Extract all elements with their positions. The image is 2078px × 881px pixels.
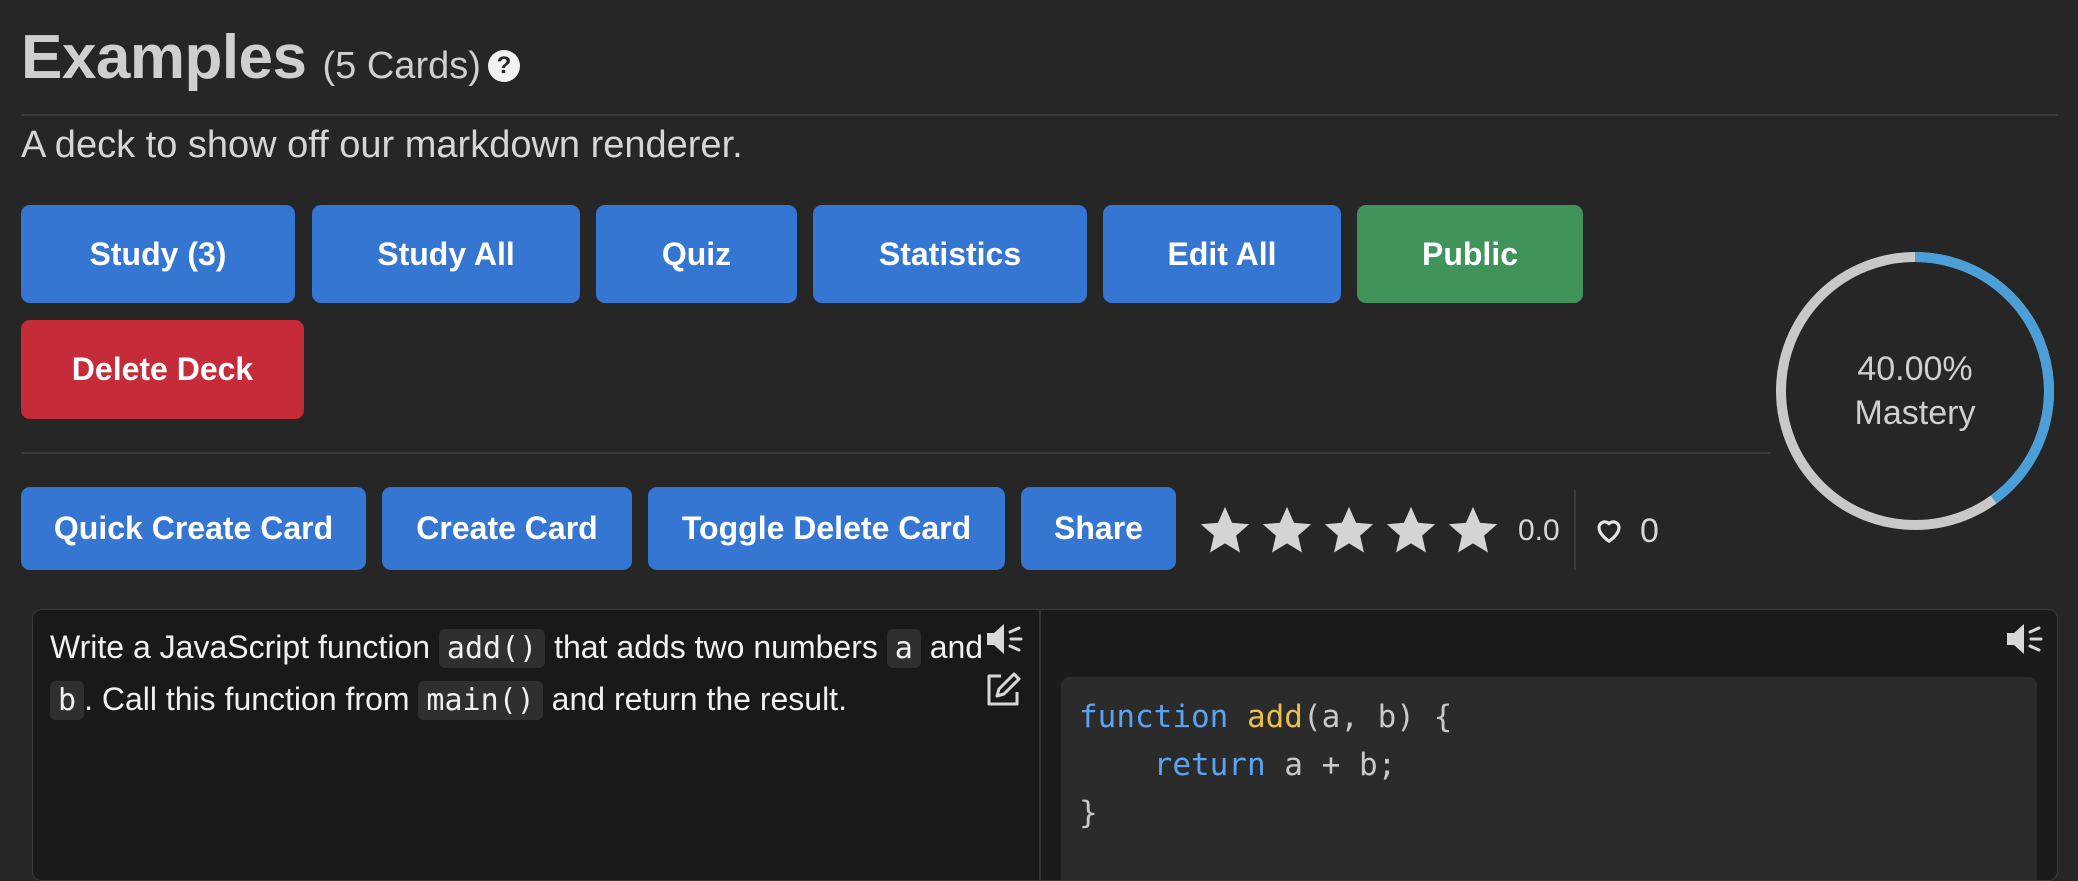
card-back: function add(a, b) { return a + b; } <box>1041 610 2057 880</box>
section-divider <box>21 452 1771 454</box>
mastery-caption: Mastery <box>1854 394 1976 432</box>
speaker-icon[interactable] <box>983 620 1023 658</box>
rating-divider <box>1574 490 1576 570</box>
like-count: 0 <box>1640 512 1659 550</box>
star-icon[interactable] <box>1444 502 1502 560</box>
mastery-label: 40.00% Mastery <box>1772 248 2058 534</box>
help-icon[interactable]: ? <box>488 50 520 82</box>
share-button[interactable]: Share <box>1021 487 1176 570</box>
deck-description: A deck to show off our markdown renderer… <box>21 124 743 166</box>
inline-code: b <box>50 681 85 720</box>
front-text-2: that adds two numbers <box>545 629 887 665</box>
code-text: } <box>1079 795 1098 831</box>
star-icon[interactable] <box>1258 502 1316 560</box>
quick-create-card-button[interactable]: Quick Create Card <box>21 487 366 570</box>
star-rating[interactable] <box>1196 502 1506 560</box>
edit-all-button[interactable]: Edit All <box>1103 205 1341 303</box>
delete-deck-button[interactable]: Delete Deck <box>21 320 304 419</box>
statistics-button[interactable]: Statistics <box>813 205 1087 303</box>
code-keyword: function <box>1079 699 1229 735</box>
code-block: function add(a, b) { return a + b; } <box>1061 677 2037 880</box>
heart-icon[interactable] <box>1594 516 1624 544</box>
star-icon[interactable] <box>1196 502 1254 560</box>
deck-header: Examples (5 Cards) <box>21 22 481 93</box>
front-text-1: Write a JavaScript function <box>50 629 439 665</box>
deck-title: Examples <box>21 23 307 92</box>
quiz-button[interactable]: Quiz <box>596 205 797 303</box>
edit-icon[interactable] <box>983 670 1023 708</box>
front-text-4: . Call this function from <box>84 681 419 717</box>
front-text-5: and return the result. <box>542 681 847 717</box>
inline-code: add() <box>438 629 546 668</box>
header-divider <box>21 114 2058 116</box>
study-all-button[interactable]: Study All <box>312 205 580 303</box>
code-function-name: add <box>1246 699 1303 735</box>
card-front: Write a JavaScript function add() that a… <box>33 610 1039 880</box>
code-keyword: return <box>1153 747 1266 783</box>
create-card-button[interactable]: Create Card <box>382 487 632 570</box>
front-text-3: and <box>920 629 984 665</box>
mastery-percent: 40.00% <box>1857 350 1973 388</box>
star-icon[interactable] <box>1320 502 1378 560</box>
inline-code: a <box>886 629 921 668</box>
code-text: (a, b) { <box>1302 699 1453 735</box>
card-count: (5 Cards) <box>322 45 481 87</box>
code-text: a + b; <box>1265 747 1397 783</box>
public-toggle-button[interactable]: Public <box>1357 205 1583 303</box>
toggle-delete-card-button[interactable]: Toggle Delete Card <box>648 487 1005 570</box>
speaker-icon[interactable] <box>2003 620 2043 658</box>
flashcard: Write a JavaScript function add() that a… <box>32 609 2058 881</box>
study-button[interactable]: Study (3) <box>21 205 295 303</box>
rating-value: 0.0 <box>1518 514 1560 547</box>
inline-code: main() <box>418 681 543 720</box>
card-front-text: Write a JavaScript function add() that a… <box>50 622 990 726</box>
star-icon[interactable] <box>1382 502 1440 560</box>
